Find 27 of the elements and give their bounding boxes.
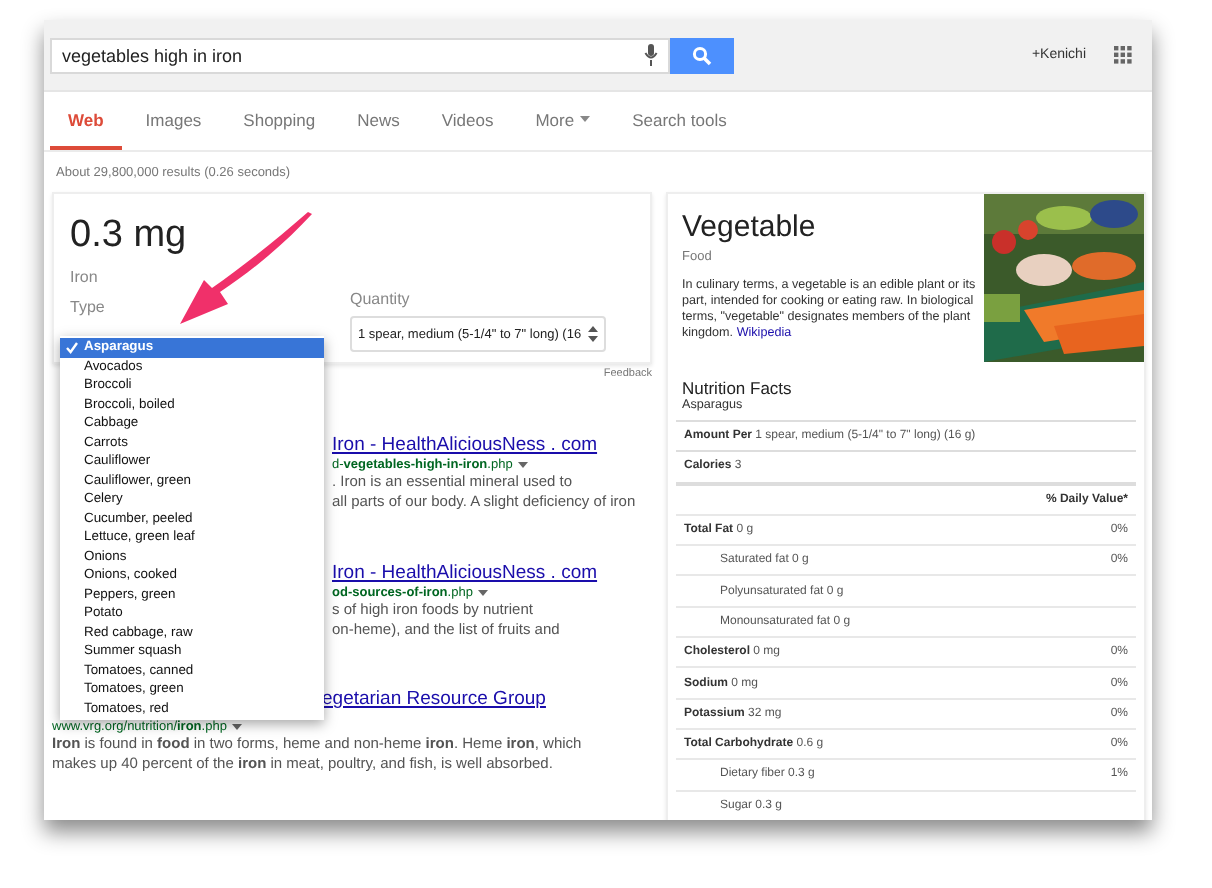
search-tab[interactable]: Web [50, 92, 122, 150]
field-label: Type [70, 298, 105, 316]
search-tab[interactable]: Search tools [614, 92, 745, 150]
result-title-link[interactable]: Iron - HealthAliciousNess . com [332, 561, 598, 583]
search-tab[interactable]: News [339, 92, 418, 150]
search-query: vegetables high in iron [62, 45, 243, 65]
updown-icon [587, 326, 598, 342]
microphone-icon[interactable] [644, 44, 658, 66]
panel-title: Vegetable [682, 210, 818, 244]
apps-grid-icon[interactable] [1114, 46, 1132, 64]
amount-value: 0.3 mg [70, 214, 189, 258]
field-label: Quantity [350, 290, 412, 308]
search-icon [692, 45, 712, 65]
caret-icon[interactable] [478, 589, 489, 595]
search-tab[interactable]: Images [127, 92, 220, 150]
search-field[interactable]: vegetables high in iron [50, 37, 670, 73]
search-tab[interactable]: More [517, 92, 609, 150]
caret-icon[interactable] [232, 724, 243, 730]
caret-icon [580, 116, 591, 122]
search-tab[interactable]: Videos [423, 92, 512, 150]
search-tab[interactable]: Shopping [225, 92, 334, 150]
nutrient-name: Iron [70, 268, 100, 286]
caret-icon[interactable] [518, 462, 529, 468]
result-title-link[interactable]: Iron - HealthAliciousNess . com [332, 434, 598, 456]
search-button[interactable] [670, 37, 734, 73]
nutrition-title: Nutrition Facts [682, 378, 794, 398]
checkmark-icon [66, 341, 78, 354]
